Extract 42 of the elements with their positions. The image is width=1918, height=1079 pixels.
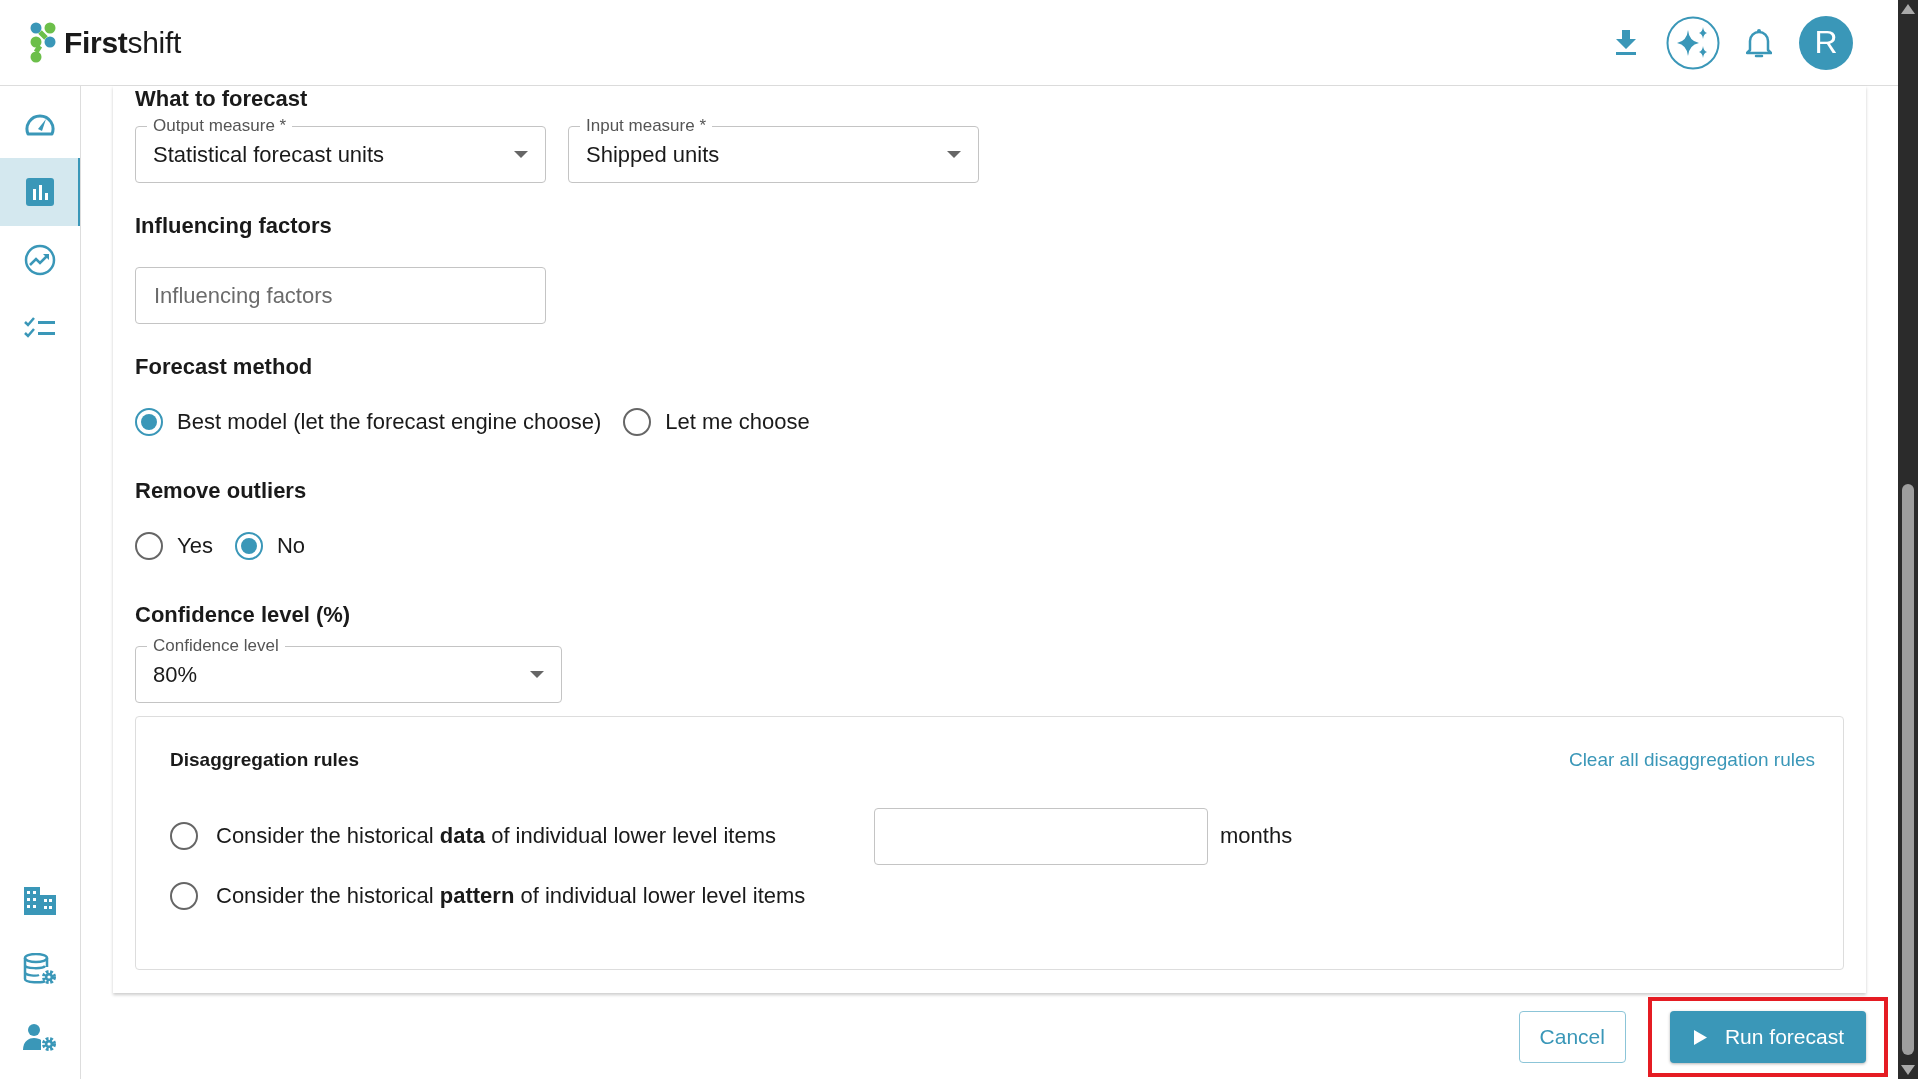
play-icon xyxy=(1693,1029,1707,1045)
select-field[interactable]: Output measure * Statistical forecast units xyxy=(135,116,546,183)
radio-label[interactable]: No xyxy=(276,533,305,559)
notification-bell-icon[interactable] xyxy=(1746,27,1772,58)
panel-title: Disaggregation rules xyxy=(170,749,359,771)
radio-button[interactable] xyxy=(623,408,652,436)
radio-button[interactable] xyxy=(135,408,163,436)
radio-label[interactable]: Consider the historical pattern of individual lower level items xyxy=(216,883,856,909)
radio-label[interactable]: Let me choose xyxy=(665,409,810,435)
caret-icon xyxy=(530,671,544,678)
user-settings-icon xyxy=(23,1023,57,1051)
checklist-icon xyxy=(24,317,56,339)
radio-button[interactable] xyxy=(170,822,198,850)
select-field[interactable]: Input measure * Shipped units xyxy=(568,116,979,183)
section-heading: What to forecast xyxy=(135,88,308,110)
radio-label[interactable]: Yes xyxy=(177,533,213,559)
caret-icon xyxy=(947,151,961,158)
trend-icon xyxy=(24,244,56,276)
building-icon xyxy=(24,887,56,915)
bar-chart-icon xyxy=(26,178,54,206)
section-heading: Influencing factors xyxy=(135,215,332,237)
radio-button[interactable] xyxy=(170,882,198,910)
radio-label[interactable]: Best model (let the forecast engine choose) xyxy=(177,409,602,435)
download-icon[interactable] xyxy=(1615,29,1637,56)
months-input[interactable] xyxy=(874,807,1208,865)
scrollbar[interactable] xyxy=(1898,0,1918,1079)
radio-button[interactable] xyxy=(135,532,163,560)
scroll-down-icon[interactable] xyxy=(1901,1065,1915,1075)
sidebar-item[interactable] xyxy=(0,158,80,226)
section-heading: Remove outliers xyxy=(135,480,307,502)
radio-label[interactable]: Consider the historical data of individual lower level items xyxy=(216,823,856,849)
input-field[interactable]: Influencing factors xyxy=(135,267,546,324)
select-field[interactable]: Confidence level 80% xyxy=(135,636,562,703)
unit-label: months xyxy=(1220,823,1293,849)
caret-icon xyxy=(514,151,528,158)
sparkle-icon[interactable] xyxy=(1666,15,1720,70)
scroll-up-icon[interactable] xyxy=(1901,4,1915,14)
radio-button[interactable] xyxy=(234,532,263,560)
database-settings-icon xyxy=(23,953,57,985)
section-heading: Forecast method xyxy=(135,356,313,378)
section-heading: Confidence level (%) xyxy=(135,604,351,626)
logo-text: Firstshift xyxy=(64,25,182,60)
